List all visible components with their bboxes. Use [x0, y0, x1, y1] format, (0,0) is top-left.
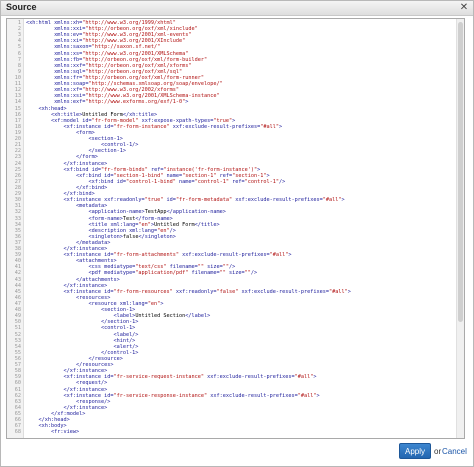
source-dialog: Source ✕ 1 2 3 4 5 6 7 8 9 10 11 12 13 14 15 16 17 18 19 20… — [0, 0, 474, 467]
close-icon[interactable]: ✕ — [459, 3, 469, 13]
source-editor[interactable]: 1 2 3 4 5 6 7 8 9 10 11 12 13 14 15 16 17 18 19 20 21 22 23 24 2… — [6, 18, 465, 439]
line-number: 68 — [14, 429, 21, 436]
or-label: or — [434, 447, 442, 456]
cancel-link[interactable]: Cancel — [442, 447, 467, 456]
scrollbar-thumb[interactable] — [458, 22, 463, 322]
apply-button[interactable]: Apply — [399, 443, 431, 459]
line-number-gutter: 1 2 3 4 5 6 7 8 9 10 11 12 13 14 15 16 17 18 19 20 21 22 23 24 2… — [7, 19, 24, 438]
vertical-scrollbar[interactable] — [456, 19, 464, 438]
dialog-title: Source — [6, 2, 37, 12]
dialog-titlebar: Source ✕ — [1, 1, 473, 16]
code-line[interactable]: <fr:view> — [26, 429, 456, 435]
code-area[interactable]: <xh:html xmlns:xh="http://www.w3.org/199… — [26, 20, 456, 435]
